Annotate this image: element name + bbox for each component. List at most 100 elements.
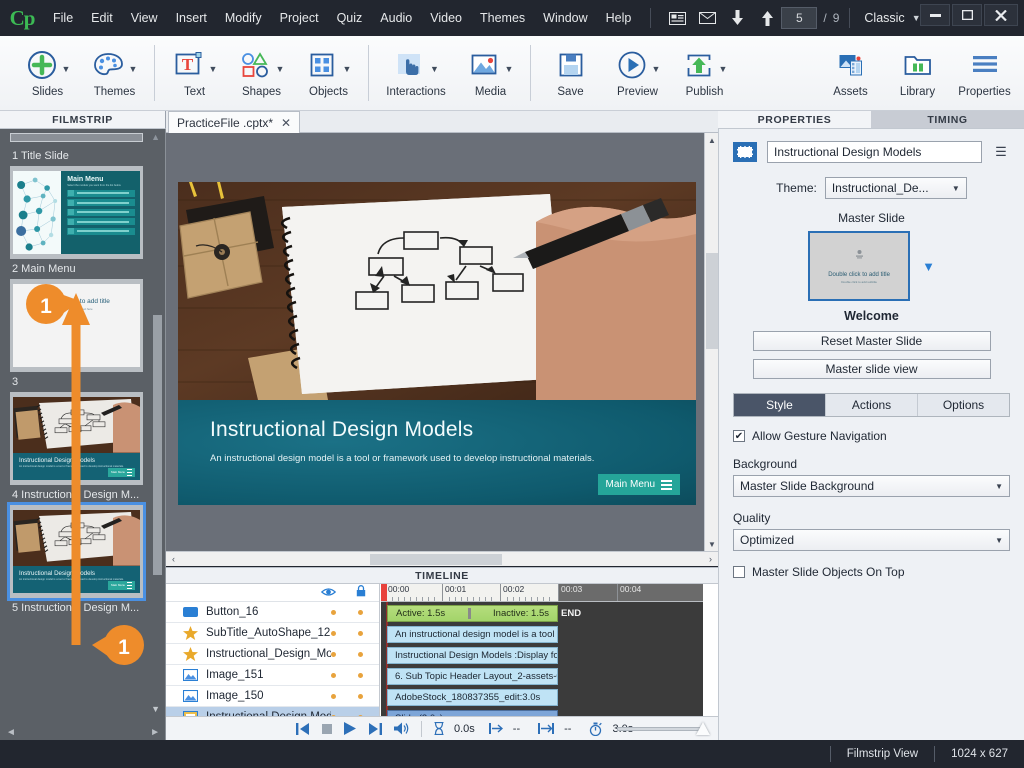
menu-help[interactable]: Help: [597, 0, 641, 36]
timeline-row[interactable]: Button_16: [166, 602, 379, 623]
document-tab-practicefile[interactable]: PracticeFile .cptx* ✕: [168, 111, 300, 133]
menu-project[interactable]: Project: [271, 0, 328, 36]
canvas-vertical-scrollbar[interactable]: ▲ ▼: [704, 133, 718, 551]
menu-file[interactable]: File: [44, 0, 82, 36]
chevron-down-icon[interactable]: ▼: [652, 64, 661, 74]
toolbar-publish-button[interactable]: ▼ Publish: [671, 36, 738, 111]
filmstrip-slide-2[interactable]: Main Menu Select the module you want fro…: [10, 166, 155, 259]
chevron-down-icon[interactable]: ▼: [719, 64, 728, 74]
chevron-down-icon[interactable]: ▼: [276, 64, 285, 74]
filmstrip-slide-3[interactable]: Double click to add title Type the capti…: [10, 279, 155, 372]
filmstrip-scroll-up-icon[interactable]: ▲: [151, 132, 160, 142]
master-objects-on-top-checkbox[interactable]: [733, 566, 745, 578]
lock-dot[interactable]: [358, 673, 363, 678]
chevron-down-icon[interactable]: ▼: [129, 64, 138, 74]
slide-notes-icon[interactable]: [667, 8, 687, 28]
stop-button[interactable]: [322, 724, 332, 734]
visibility-dot[interactable]: [331, 673, 336, 678]
toolbar-shapes-button[interactable]: ▼ Shapes: [228, 36, 295, 111]
lock-dot[interactable]: [358, 610, 363, 615]
scroll-left-icon[interactable]: ‹: [166, 554, 181, 564]
close-button[interactable]: [984, 4, 1018, 26]
canvas-horizontal-scrollbar[interactable]: ‹ ›: [166, 551, 718, 566]
toolbar-assets-button[interactable]: Assets: [817, 36, 884, 111]
timeline-row[interactable]: Image_151: [166, 665, 379, 686]
timeline-bar-button16[interactable]: Active: 1.5s Inactive: 1.5s: [387, 605, 558, 622]
lock-dot[interactable]: [358, 631, 363, 636]
rewind-button[interactable]: [296, 723, 310, 735]
toolbar-objects-button[interactable]: ▼ Objects: [295, 36, 362, 111]
menu-insert[interactable]: Insert: [167, 0, 216, 36]
tab-timing[interactable]: TIMING: [871, 111, 1024, 129]
speaker-button[interactable]: [394, 722, 409, 735]
filmstrip-slide-5[interactable]: Instructional Design Models An instructi…: [10, 505, 155, 598]
visibility-dot[interactable]: [331, 652, 336, 657]
play-button[interactable]: [344, 722, 356, 735]
sub-tab-style[interactable]: Style: [734, 394, 826, 416]
menu-video[interactable]: Video: [421, 0, 471, 36]
workspace-selector[interactable]: Classic ▼: [864, 11, 920, 25]
toolbar-themes-button[interactable]: ▼ Themes: [81, 36, 148, 111]
menu-quiz[interactable]: Quiz: [328, 0, 372, 36]
chevron-down-icon[interactable]: ▼: [343, 64, 352, 74]
filmstrip-panel[interactable]: ▲ ▼ 1 Title Slide: [0, 129, 166, 740]
timeline-bar-image150[interactable]: AdobeStock_180837355_edit:3.0s: [387, 689, 558, 706]
background-select[interactable]: Master Slide Background ▼: [733, 475, 1010, 497]
toolbar-interactions-button[interactable]: ▼ Interactions: [375, 36, 457, 111]
toolbar-slides-button[interactable]: ▼ Slides: [14, 36, 81, 111]
menu-themes[interactable]: Themes: [471, 0, 534, 36]
chevron-down-icon[interactable]: ▼: [62, 64, 71, 74]
slide-main-menu-button[interactable]: Main Menu: [598, 474, 680, 495]
timeline-panel[interactable]: Button_16 SubTitle_AutoShape_12 Instruct…: [166, 584, 718, 716]
slide-subtitle[interactable]: An instructional design model is a tool …: [210, 453, 594, 464]
timeline-zoom-slider[interactable]: [617, 722, 710, 735]
toolbar-media-button[interactable]: ▼ Media: [457, 36, 524, 111]
allow-gesture-navigation-row[interactable]: ✔ Allow Gesture Navigation: [733, 429, 1010, 443]
toolbar-library-button[interactable]: Library: [884, 36, 951, 111]
timeline-zoom-track[interactable]: [617, 727, 703, 731]
filmstrip-scroll-left-icon[interactable]: ◄: [6, 727, 16, 738]
lock-icon[interactable]: [356, 585, 366, 600]
visibility-dot[interactable]: [331, 610, 336, 615]
options-menu-icon[interactable]: ☰: [992, 144, 1010, 160]
menu-edit[interactable]: Edit: [82, 0, 122, 36]
lock-dot[interactable]: [358, 694, 363, 699]
visibility-dot[interactable]: [331, 694, 336, 699]
sub-tab-options[interactable]: Options: [918, 394, 1009, 416]
filmstrip-slide-5-thumb[interactable]: Instructional Design Models An instructi…: [10, 505, 143, 598]
master-objects-on-top-row[interactable]: Master Slide Objects On Top: [733, 565, 1010, 579]
timeline-bar-subtitle[interactable]: An instructional design model is a tool …: [387, 626, 558, 643]
step-forward-button[interactable]: [368, 723, 382, 735]
canvas-hscroll-thumb[interactable]: [370, 554, 502, 565]
minimize-button[interactable]: [920, 4, 950, 26]
tab-properties[interactable]: PROPERTIES: [718, 111, 871, 129]
close-icon[interactable]: ✕: [281, 116, 291, 130]
toolbar-text-button[interactable]: T ▼ Text: [161, 36, 228, 111]
timeline-row[interactable]: Image_150: [166, 686, 379, 707]
menu-view[interactable]: View: [122, 0, 167, 36]
timeline-row[interactable]: Instructional_Design_Mo..: [166, 644, 379, 665]
lock-dot[interactable]: [358, 652, 363, 657]
timeline-bar-image151[interactable]: 6. Sub Topic Header Layout_2-assets-02:3…: [387, 668, 558, 685]
master-slide-view-button[interactable]: Master slide view: [753, 359, 991, 379]
filmstrip-slide-4-thumb[interactable]: Instructional Design Models An instructi…: [10, 392, 143, 485]
master-slide-thumbnail[interactable]: Double click to add title Double click t…: [808, 231, 910, 301]
scroll-up-icon[interactable]: ▲: [705, 133, 719, 147]
sub-tab-actions[interactable]: Actions: [826, 394, 918, 416]
filmstrip-scroll-right-icon[interactable]: ►: [150, 727, 160, 738]
reset-master-slide-button[interactable]: Reset Master Slide: [753, 331, 991, 351]
quality-select[interactable]: Optimized ▼: [733, 529, 1010, 551]
download-icon[interactable]: [727, 8, 747, 28]
slide-photo-image[interactable]: [178, 182, 696, 400]
chevron-down-icon[interactable]: ▼: [430, 64, 439, 74]
filmstrip-slide-3-thumb[interactable]: Double click to add title Type the capti…: [10, 279, 143, 372]
toolbar-properties-button[interactable]: Properties: [951, 36, 1018, 111]
slide-stage[interactable]: Instructional Design Models An instructi…: [178, 182, 696, 505]
timeline-tracks[interactable]: 00:00 00:01 00:02 00:03 00:04: [381, 584, 703, 716]
eye-icon[interactable]: [321, 586, 336, 600]
visibility-dot[interactable]: [331, 631, 336, 636]
timeline-zoom-handle[interactable]: [696, 722, 710, 735]
chevron-down-icon[interactable]: ▼: [505, 64, 514, 74]
theme-select[interactable]: Instructional_De... ▼: [825, 177, 967, 199]
chevron-down-icon[interactable]: ▼: [209, 64, 218, 74]
